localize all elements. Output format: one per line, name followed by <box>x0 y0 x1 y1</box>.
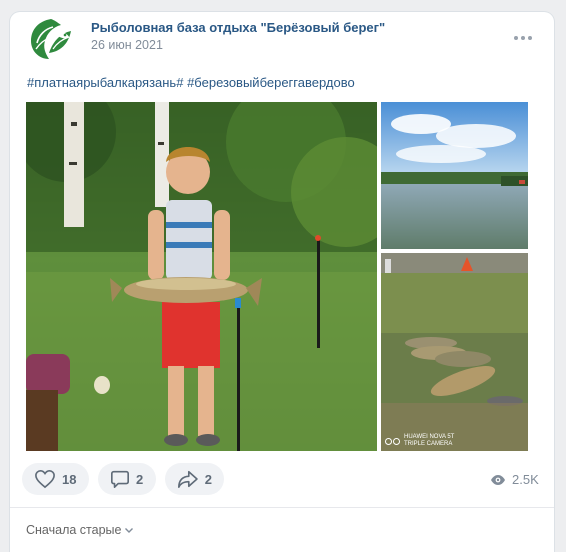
comments-sort-label: Сначала старые <box>26 523 122 537</box>
comment-button[interactable]: 2 <box>98 463 156 495</box>
like-count: 18 <box>62 471 77 487</box>
photo-image <box>381 102 528 249</box>
camera-lens-icon <box>385 437 400 445</box>
divider <box>10 507 554 508</box>
photo-fish-on-grass[interactable]: HUAWEI NOVA 5T TRIPLE CAMERA <box>381 253 528 451</box>
post-date[interactable]: 26 июн 2021 <box>91 38 163 52</box>
community-name-link[interactable]: Рыболовная база отдыха "Берёзовый берег" <box>91 20 385 35</box>
leaf-fish-logo-icon <box>31 19 71 59</box>
post-card: Рыболовная база отдыха "Берёзовый берег"… <box>10 12 554 552</box>
photo-pond-landscape[interactable] <box>381 102 528 249</box>
views-counter: 2.5K <box>490 472 539 487</box>
share-button[interactable]: 2 <box>165 463 224 495</box>
photo-image <box>381 253 528 451</box>
eye-icon <box>491 474 505 485</box>
post-hashtags: #платнаярыбалкарязань# #березовыйберегга… <box>27 75 355 90</box>
heart-icon <box>35 469 55 489</box>
more-options-icon[interactable] <box>514 34 534 42</box>
community-avatar[interactable] <box>27 15 75 63</box>
comment-icon <box>111 470 129 488</box>
camera-watermark: HUAWEI NOVA 5T TRIPLE CAMERA <box>385 434 454 448</box>
hashtag-link[interactable]: #платнаярыбалкарязань# <box>27 75 183 90</box>
like-button[interactable]: 18 <box>22 463 89 495</box>
photo-boy-with-fish[interactable] <box>26 102 377 451</box>
comments-sort-dropdown[interactable]: Сначала старые <box>26 523 134 537</box>
hashtag-link[interactable]: #березовыйбереггавердово <box>187 75 355 90</box>
share-count: 2 <box>204 471 212 487</box>
chevron-down-icon <box>125 528 134 533</box>
photo-image <box>26 102 377 451</box>
views-count: 2.5K <box>512 472 539 487</box>
share-arrow-icon <box>177 470 198 488</box>
comment-count: 2 <box>136 471 144 487</box>
